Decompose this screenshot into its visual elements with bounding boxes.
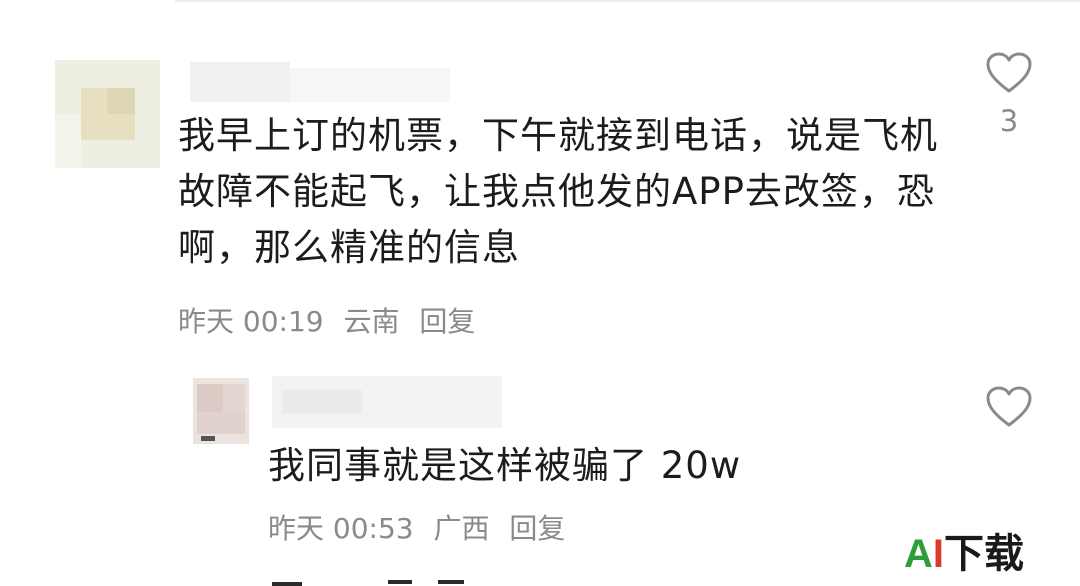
heart-icon — [978, 386, 1040, 428]
comment-time: 昨天 00:19 — [178, 305, 324, 338]
like-button[interactable]: 3 — [978, 52, 1040, 138]
username-blurred[interactable] — [190, 62, 450, 102]
reply-button[interactable]: 回复 — [509, 512, 565, 545]
next-comment-cut-off — [268, 572, 488, 586]
avatar[interactable] — [55, 60, 160, 168]
heart-icon — [978, 52, 1040, 94]
watermark-logo: AI下载 — [904, 532, 1025, 576]
comment-location: 广西 — [433, 512, 490, 545]
avatar[interactable] — [193, 378, 249, 444]
top-divider — [175, 0, 1080, 2]
like-button[interactable] — [978, 386, 1040, 428]
comment-text: 我早上订的机票，下午就接到电话，说是飞机故障不能起飞，让我点他发的APP去改签，… — [178, 114, 938, 269]
comment-location: 云南 — [343, 305, 400, 338]
comment-meta: 昨天 00:19 云南 回复 — [178, 305, 486, 339]
username-blurred[interactable] — [272, 376, 502, 428]
comment-text: 我同事就是这样被骗了 20w — [268, 444, 742, 487]
comment-time: 昨天 00:53 — [268, 512, 414, 545]
like-count: 3 — [999, 104, 1019, 138]
reply-button[interactable]: 回复 — [419, 305, 475, 338]
comment-meta: 昨天 00:53 广西 回复 — [268, 512, 576, 546]
